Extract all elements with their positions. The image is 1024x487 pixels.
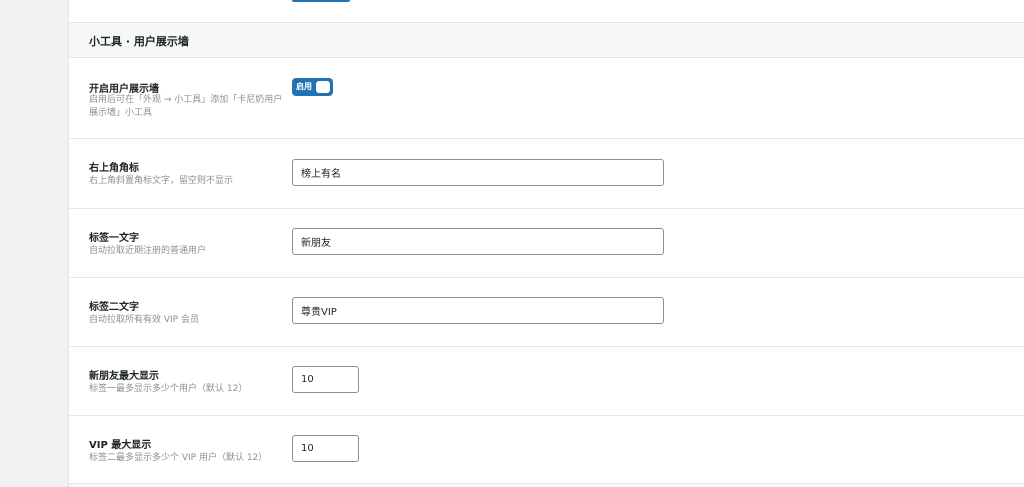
previous-toggle-edge [292, 0, 350, 2]
row-tag-one: 标签一文字 自动拉取近期注册的普通用户 [69, 209, 1024, 278]
row-enable-wall: 开启用户展示墙 启用后可在「外观 → 小工具」添加「卡尼奶用户展示墙」小工具 启… [69, 58, 1024, 139]
section-title: 小工具 · 用户展示墙 [89, 35, 189, 48]
vip-max-description: 标签二最多显示多少个 VIP 用户（默认 12） [89, 453, 268, 463]
row-corner-badge: 右上角角标 右上角斜置角标文字，留空则不显示 [69, 139, 1024, 209]
tag-two-label: 标签二文字 [89, 302, 139, 313]
tag-two-description: 自动拉取所有有效 VIP 会员 [89, 315, 199, 325]
enable-wall-toggle[interactable]: 启用 [292, 78, 333, 96]
new-friends-max-label: 新朋友最大显示 [89, 371, 159, 382]
enable-wall-description: 启用后可在「外观 → 小工具」添加「卡尼奶用户展示墙」小工具 [89, 95, 283, 118]
tag-one-input[interactable] [292, 228, 664, 255]
row-new-friends-max: 新朋友最大显示 标签一最多显示多少个用户（默认 12） [69, 347, 1024, 416]
new-friends-max-input[interactable] [292, 366, 359, 393]
corner-badge-description: 右上角斜置角标文字，留空则不显示 [89, 176, 234, 186]
settings-panel: 小工具 · 用户展示墙 开启用户展示墙 启用后可在「外观 → 小工具」添加「卡尼… [68, 0, 1024, 487]
vip-max-input[interactable] [292, 435, 359, 462]
next-section-edge [69, 483, 1024, 487]
previous-section-tail [69, 0, 1024, 22]
enable-wall-label: 开启用户展示墙 [89, 84, 159, 95]
tag-one-description: 自动拉取近期注册的普通用户 [89, 246, 207, 256]
vip-max-label: VIP 最大显示 [89, 440, 152, 451]
row-tag-two: 标签二文字 自动拉取所有有效 VIP 会员 [69, 278, 1024, 347]
new-friends-max-description: 标签一最多显示多少个用户（默认 12） [89, 384, 248, 394]
toggle-label: 启用 [296, 82, 312, 91]
toggle-knob [316, 81, 330, 93]
tag-one-label: 标签一文字 [89, 233, 139, 244]
corner-badge-input[interactable] [292, 159, 664, 186]
tag-two-input[interactable] [292, 297, 664, 324]
corner-badge-label: 右上角角标 [89, 163, 139, 174]
section-header: 小工具 · 用户展示墙 [69, 22, 1024, 58]
row-vip-max: VIP 最大显示 标签二最多显示多少个 VIP 用户（默认 12） [69, 416, 1024, 483]
